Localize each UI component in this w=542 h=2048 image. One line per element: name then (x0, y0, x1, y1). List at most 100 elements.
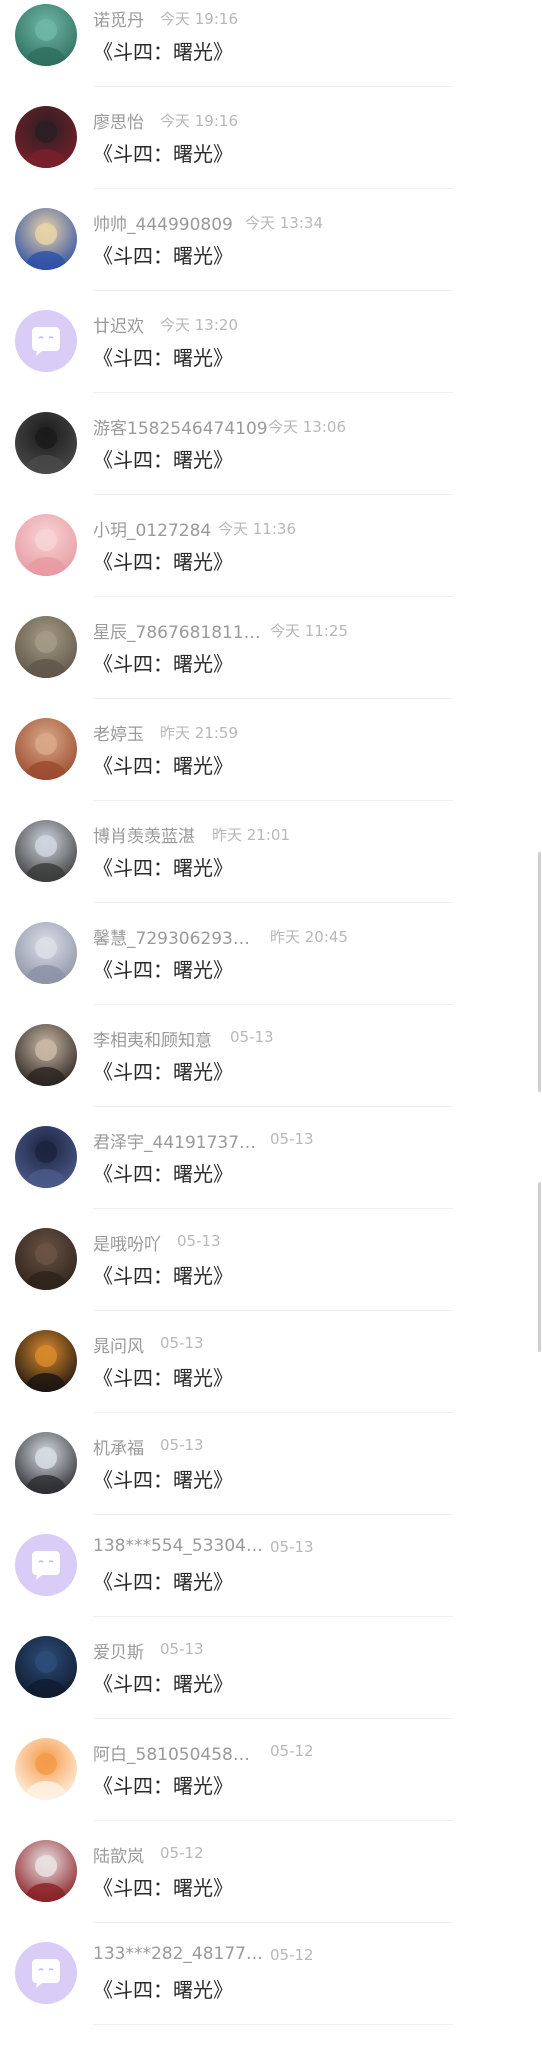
divider (93, 1820, 453, 1821)
avatar[interactable] (15, 1942, 77, 2004)
sender-name: 晁问风 (93, 1337, 144, 1357)
avatar[interactable] (15, 208, 77, 270)
divider (93, 188, 453, 189)
message-time: 05-12 (160, 1844, 204, 1862)
divider (93, 1208, 453, 1209)
avatar[interactable] (15, 1330, 77, 1392)
message-time: 今天 19:16 (160, 10, 238, 28)
divider (93, 596, 453, 597)
message-text: 《斗四：曙光》 (93, 550, 233, 574)
message-text: 《斗四：曙光》 (93, 958, 233, 982)
message-time: 昨天 20:45 (270, 928, 348, 946)
divider (93, 1310, 453, 1311)
avatar[interactable] (15, 820, 77, 882)
conversation-row[interactable]: 博肖羡羡蓝湛 昨天 21:01 《斗四：曙光》 (0, 816, 542, 918)
conversation-row[interactable]: 廿迟欢 今天 13:20 《斗四：曙光》 (0, 306, 542, 408)
sender-name: 机承福 (93, 1439, 144, 1459)
conversation-row[interactable]: 游客1582546474109 今天 13:06 《斗四：曙光》 (0, 408, 542, 510)
message-time: 05-12 (270, 1742, 314, 1760)
conversation-row[interactable]: 星辰_7867681811… 今天 11:25 《斗四：曙光》 (0, 612, 542, 714)
conversation-row[interactable]: 阿白_581050458… 05-12 《斗四：曙光》 (0, 1734, 542, 1836)
conversation-row[interactable]: 是哦吩吖 05-13 《斗四：曙光》 (0, 1224, 542, 1326)
sender-name: 小玥_0127284 (93, 521, 212, 541)
conversation-row[interactable]: 帅帅_444990809 今天 13:34 《斗四：曙光》 (0, 204, 542, 306)
divider (93, 290, 453, 291)
divider (93, 1106, 453, 1107)
sender-name: 老婷玉 (93, 725, 144, 745)
sender-name: 是哦吩吖 (93, 1235, 161, 1255)
avatar[interactable] (15, 616, 77, 678)
scrollbar[interactable] (538, 852, 541, 1092)
conversation-row[interactable]: 李相夷和顾知意 05-13 《斗四：曙光》 (0, 1020, 542, 1122)
divider (93, 800, 453, 801)
scrollbar[interactable] (538, 1182, 541, 1352)
sender-name: 李相夷和顾知意 (93, 1031, 212, 1051)
divider (93, 494, 453, 495)
divider (93, 1514, 453, 1515)
sender-name: 廿迟欢 (93, 317, 144, 337)
message-time: 今天 11:36 (218, 520, 296, 538)
avatar[interactable] (15, 1024, 77, 1086)
conversation-row[interactable]: 老婷玉 昨天 21:59 《斗四：曙光》 (0, 714, 542, 816)
avatar[interactable] (15, 1228, 77, 1290)
sender-name: 阿白_581050458… (93, 1745, 250, 1765)
avatar[interactable] (15, 4, 77, 66)
avatar[interactable] (15, 922, 77, 984)
conversation-row[interactable]: 晁问风 05-13 《斗四：曙光》 (0, 1326, 542, 1428)
message-time: 昨天 21:01 (212, 826, 290, 844)
divider (93, 392, 453, 393)
avatar[interactable] (15, 514, 77, 576)
avatar[interactable] (15, 718, 77, 780)
message-text: 《斗四：曙光》 (93, 652, 233, 676)
sender-name: 诺觅丹 (93, 11, 144, 31)
message-list: 诺觅丹 今天 19:16 《斗四：曙光》 廖思怡 今天 19:16 《斗四：曙光》 帅帅_4… (0, 0, 542, 2040)
message-time: 05-13 (270, 1538, 314, 1556)
avatar[interactable] (15, 1738, 77, 1800)
message-text: 《斗四：曙光》 (93, 448, 233, 472)
message-text: 《斗四：曙光》 (93, 754, 233, 778)
sender-name: 星辰_7867681811… (93, 623, 261, 643)
conversation-row[interactable]: 爱贝斯 05-13 《斗四：曙光》 (0, 1632, 542, 1734)
sender-name: 馨慧_729306293… (93, 929, 250, 949)
conversation-row[interactable]: 机承福 05-13 《斗四：曙光》 (0, 1428, 542, 1530)
sender-name: 133***282_48177… (93, 1944, 263, 1964)
sender-name: 君泽宇_44191737… (93, 1133, 257, 1153)
divider (93, 1004, 453, 1005)
message-text: 《斗四：曙光》 (93, 244, 233, 268)
message-time: 今天 11:25 (270, 622, 348, 640)
divider (93, 1616, 453, 1617)
avatar[interactable] (15, 1534, 77, 1596)
sender-name: 博肖羡羡蓝湛 (93, 827, 195, 847)
conversation-row[interactable]: 陆歆岚 05-12 《斗四：曙光》 (0, 1836, 542, 1938)
sender-name: 帅帅_444990809 (93, 215, 233, 235)
conversation-row[interactable]: 133***282_48177… 05-12 《斗四：曙光》 (0, 1938, 542, 2040)
sender-name: 陆歆岚 (93, 1847, 144, 1867)
divider (93, 2024, 453, 2025)
avatar[interactable] (15, 1126, 77, 1188)
conversation-row[interactable]: 馨慧_729306293… 昨天 20:45 《斗四：曙光》 (0, 918, 542, 1020)
message-time: 今天 13:34 (245, 214, 323, 232)
conversation-row[interactable]: 廖思怡 今天 19:16 《斗四：曙光》 (0, 102, 542, 204)
message-text: 《斗四：曙光》 (93, 1978, 233, 2002)
conversation-row[interactable]: 君泽宇_44191737… 05-13 《斗四：曙光》 (0, 1122, 542, 1224)
message-time: 05-13 (230, 1028, 274, 1046)
message-text: 《斗四：曙光》 (93, 1468, 233, 1492)
conversation-row[interactable]: 诺觅丹 今天 19:16 《斗四：曙光》 (0, 0, 542, 102)
avatar[interactable] (15, 412, 77, 474)
message-text: 《斗四：曙光》 (93, 1264, 233, 1288)
message-time: 今天 13:20 (160, 316, 238, 334)
conversation-row[interactable]: 138***554_53304… 05-13 《斗四：曙光》 (0, 1530, 542, 1632)
message-text: 《斗四：曙光》 (93, 1876, 233, 1900)
message-text: 《斗四：曙光》 (93, 40, 233, 64)
avatar[interactable] (15, 106, 77, 168)
message-text: 《斗四：曙光》 (93, 1570, 233, 1594)
sender-name: 廖思怡 (93, 113, 144, 133)
avatar[interactable] (15, 1840, 77, 1902)
avatar[interactable] (15, 1432, 77, 1494)
message-time: 05-13 (160, 1334, 204, 1352)
message-time: 昨天 21:59 (160, 724, 238, 742)
conversation-row[interactable]: 小玥_0127284 今天 11:36 《斗四：曙光》 (0, 510, 542, 612)
avatar[interactable] (15, 310, 77, 372)
avatar[interactable] (15, 1636, 77, 1698)
sender-name: 138***554_53304… (93, 1536, 263, 1556)
